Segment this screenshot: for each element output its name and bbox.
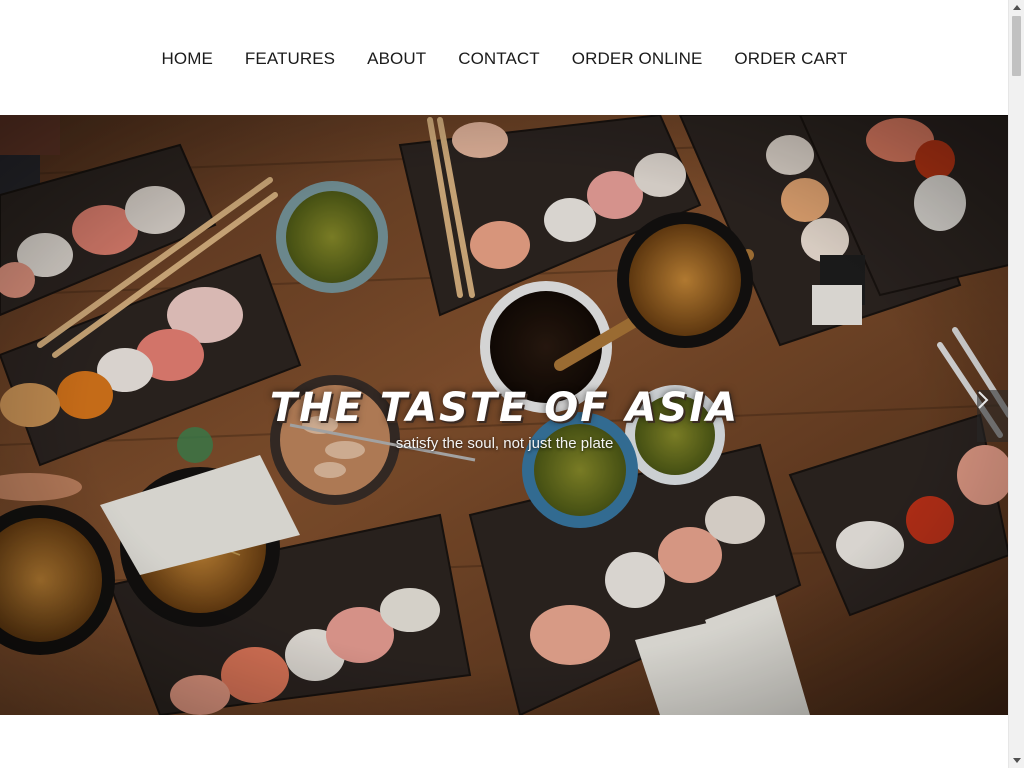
nav-item-home[interactable]: HOME — [146, 49, 229, 69]
slider-next-button[interactable] — [977, 390, 1009, 442]
scroll-up-arrow-icon[interactable] — [1009, 0, 1024, 15]
top-navigation: HOME FEATURES ABOUT CONTACT ORDER ONLINE… — [0, 0, 1009, 115]
nav-item-features[interactable]: FEATURES — [229, 49, 351, 69]
hero-slider: THE TASTE OF ASIA satisfy the soul, not … — [0, 115, 1009, 715]
scrollbar-thumb[interactable] — [1012, 16, 1021, 76]
scroll-down-arrow-icon[interactable] — [1009, 753, 1024, 768]
hero-subtitle: satisfy the soul, not just the plate — [395, 435, 614, 452]
chevron-right-icon — [978, 391, 989, 409]
nav-item-contact[interactable]: CONTACT — [442, 49, 556, 69]
nav-item-order-cart[interactable]: ORDER CART — [718, 49, 863, 69]
vertical-scrollbar[interactable] — [1008, 0, 1024, 768]
content-section — [0, 715, 1009, 768]
hero-title: THE TASTE OF ASIA — [269, 385, 740, 431]
nav-menu: HOME FEATURES ABOUT CONTACT ORDER ONLINE… — [146, 49, 864, 69]
nav-item-order-online[interactable]: ORDER ONLINE — [556, 49, 719, 69]
nav-item-about[interactable]: ABOUT — [351, 49, 442, 69]
page: HOME FEATURES ABOUT CONTACT ORDER ONLINE… — [0, 0, 1009, 768]
